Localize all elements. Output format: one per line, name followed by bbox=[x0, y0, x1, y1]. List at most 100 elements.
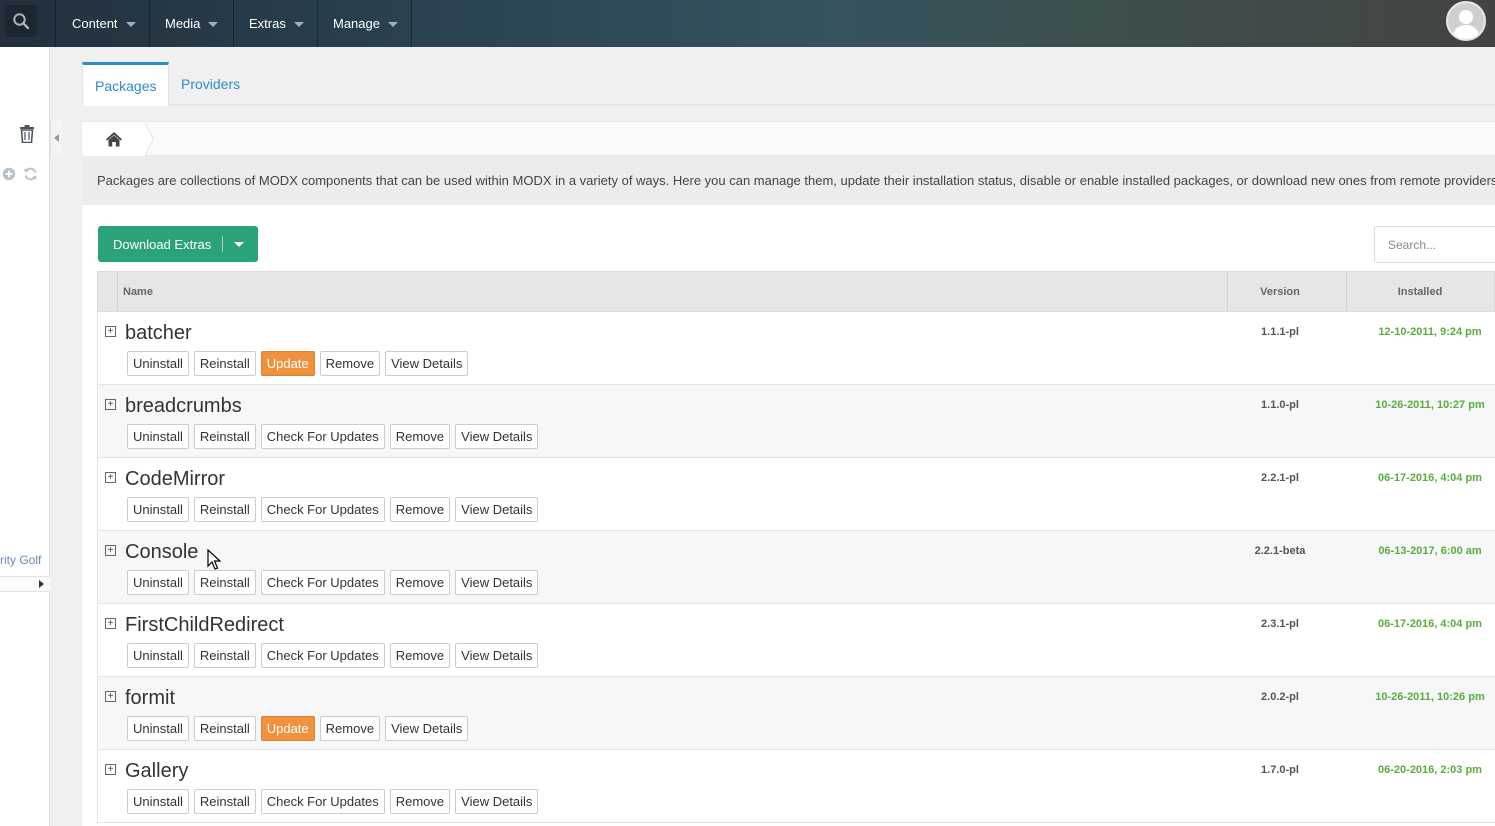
trash-button[interactable] bbox=[19, 125, 35, 148]
caret-down-icon bbox=[208, 22, 219, 27]
expand-row-icon[interactable]: + bbox=[105, 399, 116, 410]
remove-button[interactable]: Remove bbox=[389, 789, 451, 814]
reinstall-button[interactable]: Reinstall bbox=[193, 570, 256, 595]
expand-row-icon[interactable]: + bbox=[105, 326, 116, 337]
package-row[interactable]: + batcher Uninstall Reinstall Update Remove Vi… bbox=[97, 312, 1495, 385]
view-details-button[interactable]: View Details bbox=[385, 716, 469, 741]
package-name: batcher bbox=[125, 322, 192, 344]
caret-down-icon[interactable] bbox=[234, 242, 244, 247]
package-name: Gallery bbox=[125, 760, 189, 782]
column-header-installed[interactable]: Installed bbox=[1347, 272, 1493, 311]
package-installed-date: 06-17-2016, 4:04 pm bbox=[1378, 618, 1482, 630]
uninstall-button[interactable]: Uninstall bbox=[127, 643, 189, 668]
check-for-updates-button[interactable]: Check For Updates bbox=[260, 424, 385, 449]
remove-button[interactable]: Remove bbox=[389, 643, 451, 668]
view-details-button[interactable]: View Details bbox=[455, 497, 539, 522]
download-extras-button[interactable]: Download Extras bbox=[98, 226, 258, 262]
tab-providers[interactable]: Providers bbox=[169, 62, 252, 105]
uninstall-button[interactable]: Uninstall bbox=[127, 716, 189, 741]
search-button[interactable] bbox=[5, 5, 37, 37]
expand-row-icon[interactable]: + bbox=[105, 691, 116, 702]
menu-extras[interactable]: Extras bbox=[249, 0, 304, 47]
package-actions: Uninstall Reinstall Update Remove View Detai… bbox=[127, 351, 469, 376]
expand-row-icon[interactable]: + bbox=[105, 545, 116, 556]
tree-collapse-toggle[interactable] bbox=[50, 120, 62, 156]
search-input[interactable] bbox=[1374, 226, 1495, 263]
uninstall-button[interactable]: Uninstall bbox=[127, 351, 189, 376]
reinstall-button[interactable]: Reinstall bbox=[193, 643, 256, 668]
package-name: breadcrumbs bbox=[125, 395, 242, 417]
menu-content-label: Content bbox=[72, 16, 118, 31]
uninstall-button[interactable]: Uninstall bbox=[127, 570, 189, 595]
package-name: Console bbox=[125, 541, 199, 563]
view-details-button[interactable]: View Details bbox=[455, 789, 539, 814]
menu-media[interactable]: Media bbox=[165, 0, 219, 47]
menu-divider bbox=[317, 0, 318, 47]
reinstall-button[interactable]: Reinstall bbox=[193, 424, 256, 449]
package-actions: Uninstall Reinstall Check For Updates Remov… bbox=[127, 424, 539, 449]
tab-packages[interactable]: Packages bbox=[82, 62, 170, 106]
package-installed-date: 10-26-2011, 10:26 pm bbox=[1375, 691, 1485, 703]
expand-row-icon[interactable]: + bbox=[105, 764, 116, 775]
menu-divider bbox=[55, 0, 56, 47]
view-details-button[interactable]: View Details bbox=[385, 351, 469, 376]
update-button[interactable]: Update bbox=[260, 351, 315, 376]
package-version: 2.2.1-beta bbox=[1254, 545, 1306, 557]
check-for-updates-button[interactable]: Check For Updates bbox=[260, 789, 385, 814]
uninstall-button[interactable]: Uninstall bbox=[127, 497, 189, 522]
package-version: 1.1.0-pl bbox=[1261, 399, 1299, 411]
check-for-updates-button[interactable]: Check For Updates bbox=[260, 643, 385, 668]
menu-manage[interactable]: Manage bbox=[333, 0, 398, 47]
user-avatar[interactable] bbox=[1446, 1, 1486, 41]
reinstall-button[interactable]: Reinstall bbox=[193, 497, 256, 522]
search-icon bbox=[13, 13, 30, 30]
package-row[interactable]: + FirstChildRedirect Uninstall Reinstall Che… bbox=[97, 604, 1495, 677]
trash-icon bbox=[20, 125, 34, 144]
caret-left-icon bbox=[54, 134, 59, 142]
package-name: formit bbox=[125, 687, 175, 709]
remove-button[interactable]: Remove bbox=[319, 716, 381, 741]
reinstall-button[interactable]: Reinstall bbox=[193, 716, 256, 741]
column-header-version[interactable]: Version bbox=[1228, 272, 1332, 311]
remove-button[interactable]: Remove bbox=[319, 351, 381, 376]
view-details-button[interactable]: View Details bbox=[455, 643, 539, 668]
uninstall-button[interactable]: Uninstall bbox=[127, 424, 189, 449]
grid-header: Name Version Installed bbox=[97, 271, 1495, 312]
package-installed-date: 06-13-2017, 6:00 am bbox=[1378, 545, 1482, 557]
reinstall-button[interactable]: Reinstall bbox=[193, 351, 256, 376]
check-for-updates-button[interactable]: Check For Updates bbox=[260, 497, 385, 522]
page-description: Packages are collections of MODX compone… bbox=[82, 156, 1495, 205]
reinstall-button[interactable]: Reinstall bbox=[193, 789, 256, 814]
package-row[interactable]: + CodeMirror Uninstall Reinstall Check For U… bbox=[97, 458, 1495, 531]
add-button[interactable] bbox=[2, 167, 16, 186]
package-row[interactable]: + breadcrumbs Uninstall Reinstall Check For … bbox=[97, 385, 1495, 458]
check-for-updates-button[interactable]: Check For Updates bbox=[260, 570, 385, 595]
tree-node-label[interactable]: rity Golf bbox=[0, 553, 47, 567]
refresh-button[interactable] bbox=[23, 167, 38, 186]
package-actions: Uninstall Reinstall Check For Updates Remov… bbox=[127, 789, 539, 814]
breadcrumb-home[interactable] bbox=[83, 122, 145, 156]
menu-divider bbox=[149, 0, 150, 47]
package-version: 1.1.1-pl bbox=[1261, 326, 1299, 338]
remove-button[interactable]: Remove bbox=[389, 570, 451, 595]
package-list: + batcher Uninstall Reinstall Update Remove Vi… bbox=[97, 312, 1495, 823]
package-actions: Uninstall Reinstall Check For Updates Remov… bbox=[127, 497, 539, 522]
split-divider bbox=[222, 236, 223, 252]
caret-right-icon[interactable] bbox=[39, 580, 44, 588]
view-details-button[interactable]: View Details bbox=[455, 424, 539, 449]
package-row[interactable]: + Console Uninstall Reinstall Check For Upda… bbox=[97, 531, 1495, 604]
package-row[interactable]: + Gallery Uninstall Reinstall Check For Upda… bbox=[97, 750, 1495, 823]
package-version: 2.3.1-pl bbox=[1261, 618, 1299, 630]
view-details-button[interactable]: View Details bbox=[455, 570, 539, 595]
menu-content[interactable]: Content bbox=[72, 0, 136, 47]
uninstall-button[interactable]: Uninstall bbox=[127, 789, 189, 814]
remove-button[interactable]: Remove bbox=[389, 424, 451, 449]
expand-row-icon[interactable]: + bbox=[105, 472, 116, 483]
column-header-name[interactable]: Name bbox=[123, 272, 153, 311]
expand-row-icon[interactable]: + bbox=[105, 618, 116, 629]
package-row[interactable]: + formit Uninstall Reinstall Update Remove Vie… bbox=[97, 677, 1495, 750]
remove-button[interactable]: Remove bbox=[389, 497, 451, 522]
package-installed-date: 06-17-2016, 4:04 pm bbox=[1378, 472, 1482, 484]
home-icon bbox=[106, 132, 122, 147]
update-button[interactable]: Update bbox=[260, 716, 315, 741]
